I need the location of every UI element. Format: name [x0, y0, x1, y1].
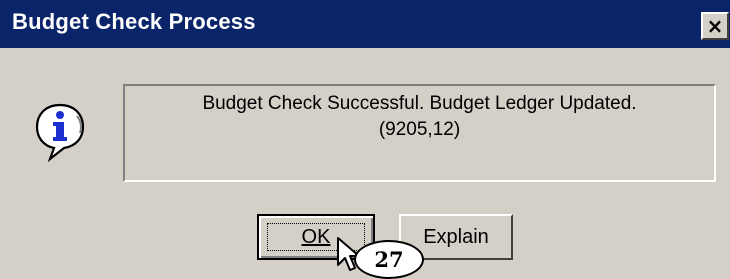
explain-button-label: Explain — [423, 225, 489, 248]
message-panel: Budget Check Successful. Budget Ledger U… — [123, 84, 716, 182]
info-icon — [35, 103, 85, 162]
budget-check-dialog: Budget Check Process × Budget Check Succ… — [0, 0, 730, 279]
close-button[interactable]: × — [701, 12, 729, 40]
title-bar[interactable]: Budget Check Process × — [0, 0, 730, 48]
close-icon: × — [706, 14, 724, 38]
ok-button-label: OK — [301, 225, 331, 248]
window-title: Budget Check Process — [12, 9, 256, 34]
message-code: (9205,12) — [378, 119, 461, 140]
step-number-callout: 27 — [354, 240, 424, 279]
message-text: Budget Check Successful. Budget Ledger U… — [202, 93, 637, 114]
step-number: 27 — [374, 247, 404, 272]
